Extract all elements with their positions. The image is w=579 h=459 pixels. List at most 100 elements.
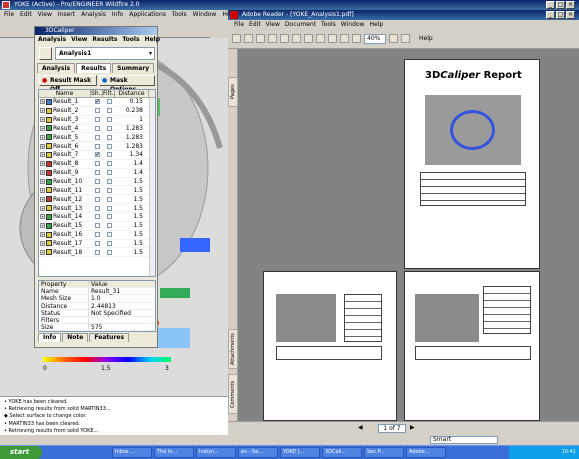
table-row[interactable]: + Result_8 1.4 xyxy=(39,160,155,169)
expand-icon[interactable]: + xyxy=(40,125,45,131)
pe-menu-edit[interactable]: Edit xyxy=(20,10,32,20)
close-button[interactable]: × xyxy=(566,1,575,9)
tab-results[interactable]: Results xyxy=(76,63,112,73)
filter-checkbox[interactable] xyxy=(106,223,112,229)
analysis-select[interactable]: Analysis1 ▾ xyxy=(55,47,155,60)
taskbar-item[interactable]: Sec P... xyxy=(364,447,404,458)
table-row[interactable]: + Result_2 0.238 xyxy=(39,107,155,116)
taskbar-item[interactable]: ev - Se... xyxy=(238,447,278,458)
expand-icon[interactable]: + xyxy=(40,170,45,176)
table-row[interactable]: + Result_5 1.283 xyxy=(39,133,155,143)
zoom-field[interactable]: 40% xyxy=(364,33,386,44)
filter-checkbox[interactable] xyxy=(106,152,112,158)
filter-checkbox[interactable] xyxy=(106,240,112,246)
show-checkbox[interactable] xyxy=(94,196,100,202)
taskbar-item[interactable]: YOKE (... xyxy=(280,447,320,458)
tab-attachments[interactable]: Attachments xyxy=(228,329,238,369)
table-row[interactable]: + Result_13 1.5 xyxy=(39,204,155,213)
show-checkbox[interactable] xyxy=(94,134,100,140)
ar-menu-window[interactable]: Window xyxy=(341,20,365,29)
expand-icon[interactable]: + xyxy=(40,249,45,255)
expand-icon[interactable]: + xyxy=(40,205,45,211)
filter-checkbox[interactable] xyxy=(106,179,112,185)
ar-menu-help[interactable]: Help xyxy=(369,20,383,29)
ar-menu-document[interactable]: Document xyxy=(285,20,316,29)
expand-icon[interactable]: + xyxy=(40,179,45,185)
table-row[interactable]: + Result_6 1.283 xyxy=(39,142,155,152)
ar-menu-tools[interactable]: Tools xyxy=(321,20,336,29)
show-checkbox[interactable] xyxy=(94,205,100,211)
filter-checkbox[interactable] xyxy=(106,99,112,105)
filter-checkbox[interactable] xyxy=(106,196,112,202)
show-checkbox[interactable] xyxy=(94,170,100,176)
table-row[interactable]: + Result_4 1.283 xyxy=(39,125,155,134)
filter-checkbox[interactable] xyxy=(106,108,112,114)
table-row[interactable]: + Result_16 1.5 xyxy=(39,231,155,240)
minimize-button[interactable]: _ xyxy=(546,1,555,9)
expand-icon[interactable]: + xyxy=(40,223,45,229)
table-row[interactable]: + Result_17 1.5 xyxy=(39,240,155,249)
fit-page-icon[interactable] xyxy=(340,34,349,43)
expand-icon[interactable]: + xyxy=(40,232,45,238)
table-row[interactable]: + Result_1 ✔ 0.15 xyxy=(39,98,155,107)
help-button[interactable]: Help xyxy=(419,35,433,42)
table-row[interactable]: + Result_11 1.5 xyxy=(39,186,155,196)
select-icon[interactable] xyxy=(304,34,313,43)
analysis-icon-button[interactable] xyxy=(39,47,52,60)
show-checkbox[interactable] xyxy=(94,240,100,246)
expand-icon[interactable]: + xyxy=(40,187,45,193)
expand-icon[interactable]: + xyxy=(40,134,45,140)
pe-menu-info[interactable]: Info xyxy=(112,10,123,20)
ar-menu-edit[interactable]: Edit xyxy=(249,20,261,29)
taskbar-item[interactable]: Inbox ... xyxy=(112,447,152,458)
show-checkbox[interactable] xyxy=(94,187,100,193)
ar-minimize-button[interactable]: _ xyxy=(546,11,555,19)
results-scrollbar[interactable] xyxy=(149,98,155,276)
start-button[interactable]: start xyxy=(0,446,42,459)
print-icon[interactable] xyxy=(256,34,265,43)
filter-checkbox[interactable] xyxy=(106,161,112,167)
expand-icon[interactable]: + xyxy=(40,143,45,149)
col-show[interactable]: Sh.. xyxy=(91,90,103,97)
filter-checkbox[interactable] xyxy=(106,143,112,149)
show-checkbox[interactable] xyxy=(94,161,100,167)
filter-checkbox[interactable] xyxy=(106,117,112,123)
col-distance[interactable]: Distance xyxy=(115,90,149,97)
taskbar-item[interactable]: Adobe... xyxy=(406,447,446,458)
show-checkbox[interactable] xyxy=(94,232,100,238)
ar-maximize-button[interactable]: □ xyxy=(556,11,565,19)
email-icon[interactable] xyxy=(268,34,277,43)
pe-menu-window[interactable]: Window xyxy=(193,10,217,20)
filter-checkbox[interactable] xyxy=(106,214,112,220)
tab-comments[interactable]: Comments xyxy=(228,374,238,414)
next-page-icon[interactable]: ▶ xyxy=(410,424,415,431)
ar-menu-view[interactable]: View xyxy=(266,20,280,29)
show-checkbox[interactable] xyxy=(94,249,100,255)
show-checkbox[interactable] xyxy=(94,223,100,229)
caliper-menu-analysis[interactable]: Analysis xyxy=(38,35,66,45)
tab-info[interactable]: Info xyxy=(38,333,62,342)
show-checkbox[interactable] xyxy=(94,179,100,185)
tab-summary[interactable]: Summary xyxy=(112,63,155,73)
caliper-menu-view[interactable]: View xyxy=(71,35,87,45)
expand-icon[interactable]: + xyxy=(40,240,45,246)
expand-icon[interactable]: + xyxy=(40,108,45,114)
pe-menu-file[interactable]: File xyxy=(4,10,14,20)
filter-checkbox[interactable] xyxy=(106,134,112,140)
pe-menu-insert[interactable]: Insert xyxy=(58,10,75,20)
zoom-icon[interactable] xyxy=(328,34,337,43)
table-row[interactable]: + Result_9 1.4 xyxy=(39,169,155,178)
expand-icon[interactable]: + xyxy=(40,99,45,105)
search-icon[interactable] xyxy=(280,34,289,43)
tab-analysis[interactable]: Analysis xyxy=(37,63,76,73)
tab-note[interactable]: Note xyxy=(62,333,89,342)
show-checkbox[interactable] xyxy=(94,214,100,220)
maximize-button[interactable]: □ xyxy=(556,1,565,9)
result-mask-button[interactable]: ●Result Mask Off xyxy=(39,75,97,93)
pe-menu-applications[interactable]: Applications xyxy=(129,10,166,20)
expand-icon[interactable]: + xyxy=(40,161,45,167)
table-row[interactable]: + Result_10 1.5 xyxy=(39,178,155,187)
filter-checkbox[interactable] xyxy=(106,125,112,131)
show-checkbox[interactable] xyxy=(94,108,100,114)
pe-menu-analysis[interactable]: Analysis xyxy=(81,10,106,20)
